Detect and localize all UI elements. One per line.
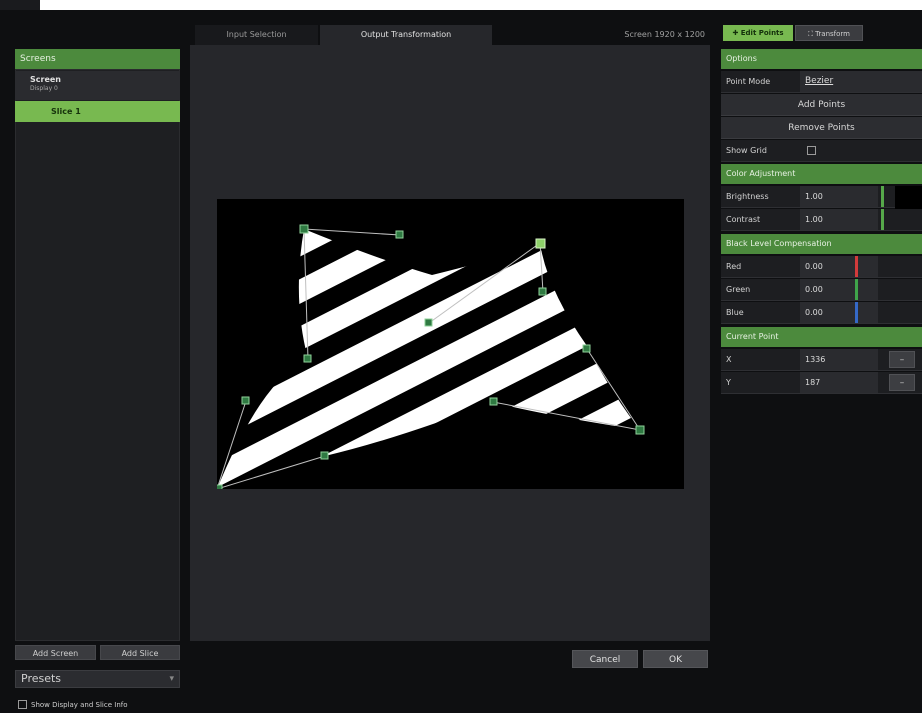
y-label: Y xyxy=(726,378,731,387)
red-label: Red xyxy=(726,262,742,271)
x-label: X xyxy=(726,355,732,364)
x-decrement-button[interactable]: – xyxy=(889,351,915,368)
y-row: Y 187 – xyxy=(721,372,922,394)
window-corner xyxy=(0,0,40,10)
green-field[interactable]: 0.00 xyxy=(800,279,878,300)
contrast-meter xyxy=(881,209,884,230)
green-meter xyxy=(855,279,858,300)
red-field[interactable]: 0.00 xyxy=(800,256,878,277)
contrast-label: Contrast xyxy=(726,215,761,224)
contrast-row: Contrast 1.00 xyxy=(721,209,922,231)
contrast-field[interactable]: 1.00 xyxy=(800,209,878,230)
ok-button[interactable]: OK xyxy=(643,650,708,668)
brightness-label: Brightness xyxy=(726,192,769,201)
x-row: X 1336 – xyxy=(721,349,922,371)
brightness-meter xyxy=(881,186,884,207)
screen-title: Screen xyxy=(30,75,61,84)
point-mode-label: Point Mode xyxy=(726,77,771,86)
point-mode-select[interactable]: Bezier xyxy=(800,71,922,92)
screen-subtitle: Display 0 xyxy=(30,85,58,92)
cancel-button[interactable]: Cancel xyxy=(572,650,638,668)
y-field[interactable]: 187 xyxy=(800,372,878,393)
presets-dropdown[interactable]: Presets ▾ xyxy=(15,670,180,688)
tab-input-selection[interactable]: Input Selection xyxy=(195,25,318,45)
show-info-row[interactable]: Show Display and Slice Info xyxy=(18,700,128,712)
plus-icon: ✚ xyxy=(732,29,741,37)
current-point-header: Current Point xyxy=(721,327,922,347)
brightness-field[interactable]: 1.00 xyxy=(800,186,878,207)
x-field[interactable]: 1336 xyxy=(800,349,878,370)
blue-field[interactable]: 0.00 xyxy=(800,302,878,323)
black-level-header: Black Level Compensation xyxy=(721,234,922,254)
y-decrement-button[interactable]: – xyxy=(889,374,915,391)
screen-resolution: Screen 1920 x 1200 xyxy=(624,30,705,39)
show-info-label: Show Display and Slice Info xyxy=(31,700,128,709)
show-grid-label: Show Grid xyxy=(726,146,767,155)
transform-button[interactable]: ⛶ Transform xyxy=(795,25,863,41)
green-label: Green xyxy=(726,285,751,294)
red-row: Red 0.00 xyxy=(721,256,922,278)
top-strip xyxy=(0,0,922,10)
add-screen-button[interactable]: Add Screen xyxy=(15,645,96,660)
brightness-row: Brightness 1.00 xyxy=(721,186,922,231)
warp-preview[interactable] xyxy=(212,199,684,495)
presets-label: Presets xyxy=(21,672,62,685)
checkbox-icon[interactable] xyxy=(18,700,27,709)
blue-meter xyxy=(855,302,858,323)
red-meter xyxy=(855,256,858,277)
screen-list-item[interactable]: Screen Display 0 xyxy=(15,71,180,100)
tab-output-transformation[interactable]: Output Transformation xyxy=(320,25,492,45)
options-header: Options xyxy=(721,49,922,69)
blue-label: Blue xyxy=(726,308,744,317)
remove-points-button[interactable]: Remove Points xyxy=(721,117,922,139)
screens-header: Screens xyxy=(15,49,180,69)
add-slice-button[interactable]: Add Slice xyxy=(100,645,180,660)
green-row: Green 0.00 xyxy=(721,279,922,301)
blue-row: Blue 0.00 xyxy=(721,302,922,324)
edit-points-label: Edit Points xyxy=(740,29,784,37)
color-adjustment-header: Color Adjustment xyxy=(721,164,922,184)
chevron-down-icon: ▾ xyxy=(169,674,174,684)
show-grid-checkbox[interactable] xyxy=(807,146,816,155)
add-points-button[interactable]: Add Points xyxy=(721,94,922,116)
transform-label: Transform xyxy=(815,30,850,38)
edit-points-button[interactable]: ✚ Edit Points xyxy=(723,25,793,41)
slice-list-item[interactable]: Slice 1 xyxy=(15,101,180,122)
point-mode-row: Point Mode Bezier xyxy=(721,71,922,93)
show-grid-row: Show Grid xyxy=(721,140,922,162)
warp-mesh[interactable] xyxy=(212,199,684,495)
screens-list xyxy=(15,69,180,641)
stripe-pattern xyxy=(217,229,640,489)
